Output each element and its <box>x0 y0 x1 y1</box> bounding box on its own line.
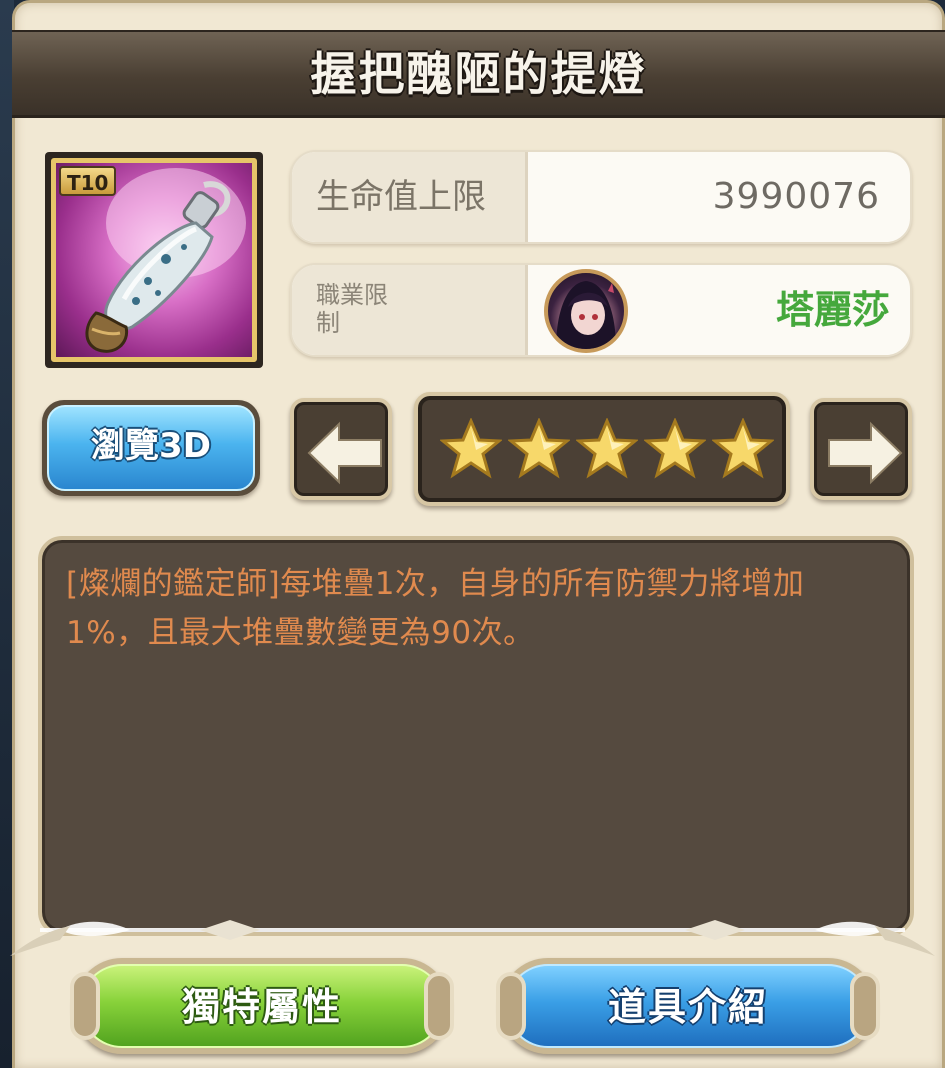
hp-label: 生命值上限 <box>316 177 486 217</box>
next-button[interactable] <box>810 398 912 500</box>
star-icon <box>440 418 502 479</box>
view-3d-label: 瀏覽3D <box>47 405 255 491</box>
description-text: [燦爛的鑑定師]每堆疊1次，自身的所有防禦力將增加1%，且最大堆疊數變更為90次… <box>66 566 805 651</box>
character-avatar <box>544 269 628 353</box>
star-rating <box>414 392 790 506</box>
item-icon-frame[interactable]: T10 <box>45 152 263 368</box>
tier-badge: T10 <box>59 166 117 196</box>
job-name: 塔麗莎 <box>775 288 890 332</box>
hp-value: 3990076 <box>712 176 880 217</box>
hp-row: 生命值上限 3990076 <box>290 150 912 244</box>
job-row: 職業限制 塔麗莎 <box>290 263 912 357</box>
arrow-left-icon <box>307 421 382 485</box>
star-icon <box>644 418 706 479</box>
button-end-cap <box>70 972 100 1040</box>
hp-label-cell: 生命值上限 <box>292 152 528 242</box>
item-intro-button[interactable]: 道具介紹 <box>500 958 876 1054</box>
unique-attributes-button[interactable]: 獨特屬性 <box>74 958 450 1054</box>
button-end-cap <box>496 972 526 1040</box>
view-3d-button[interactable]: 瀏覽3D <box>42 400 260 496</box>
job-label-cell: 職業限制 <box>292 265 528 355</box>
star-icon <box>712 418 774 479</box>
star-icon <box>576 418 638 479</box>
character-portrait-icon <box>556 281 616 349</box>
item-title: 握把醜陋的提燈 <box>310 47 647 101</box>
item-intro-label: 道具介紹 <box>506 964 870 1048</box>
item-icon: T10 <box>51 158 257 362</box>
job-label: 職業限制 <box>316 281 388 337</box>
button-end-cap <box>424 972 454 1040</box>
button-end-cap <box>850 972 880 1040</box>
description-box[interactable]: [燦爛的鑑定師]每堆疊1次，自身的所有防禦力將增加1%，且最大堆疊數變更為90次… <box>38 536 914 936</box>
star-icon <box>508 418 570 479</box>
unique-attributes-label: 獨特屬性 <box>80 964 444 1048</box>
prev-button[interactable] <box>290 398 392 500</box>
arrow-right-icon <box>828 421 903 485</box>
